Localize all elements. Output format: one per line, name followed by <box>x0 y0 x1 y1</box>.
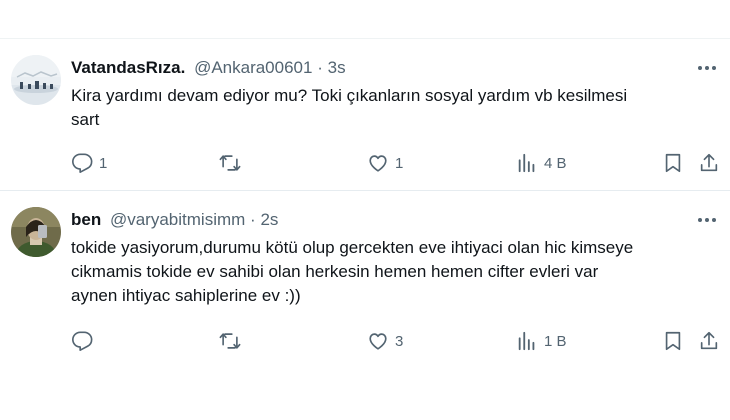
views-button[interactable]: 4 B <box>516 150 567 176</box>
action-bar: 3 1 B <box>71 328 720 354</box>
avatar[interactable] <box>11 55 61 105</box>
share-button[interactable] <box>698 328 720 354</box>
reply-icon <box>72 331 93 351</box>
reply-count: 1 <box>99 154 108 172</box>
repost-button[interactable] <box>219 328 247 354</box>
tweet-header: ben @varyabitmisimm · 2s <box>71 209 690 231</box>
top-divider <box>0 38 730 39</box>
views-button[interactable]: 1 B <box>516 328 567 354</box>
more-icon[interactable] <box>694 209 720 231</box>
share-icon <box>700 153 718 172</box>
views-icon <box>518 331 535 351</box>
action-bar: 1 1 4 B <box>71 150 720 176</box>
like-button[interactable]: 1 <box>367 150 403 176</box>
share-button[interactable] <box>698 150 720 176</box>
more-icon[interactable] <box>694 57 720 79</box>
user-handle[interactable]: @Ankara00601 <box>194 58 312 77</box>
tweet-divider <box>0 190 730 191</box>
like-icon <box>369 155 387 172</box>
bookmark-icon <box>665 153 681 173</box>
like-count: 3 <box>395 332 404 350</box>
like-button[interactable]: 3 <box>367 328 403 354</box>
views-count: 1 B <box>544 332 567 350</box>
bookmark-button[interactable] <box>662 328 684 354</box>
like-count: 1 <box>395 154 404 172</box>
bookmark-icon <box>665 331 681 351</box>
tweet-header: VatandasRıza. @Ankara00601 · 3s <box>71 57 690 79</box>
reply-icon <box>72 153 93 173</box>
reply-button[interactable]: 1 <box>71 150 107 176</box>
tweet-text: Kira yardımı devam ediyor mu? Toki çıkan… <box>71 86 628 129</box>
timestamp[interactable]: 2s <box>260 210 278 229</box>
share-icon <box>700 331 718 350</box>
user-handle[interactable]: @varyabitmisimm <box>110 210 245 229</box>
tweet-1[interactable]: VatandasRıza. @Ankara00601 · 3s Kira yar… <box>0 40 730 190</box>
views-count: 4 B <box>544 154 567 172</box>
repost-icon <box>219 333 241 349</box>
reply-button[interactable] <box>71 328 99 354</box>
display-name[interactable]: VatandasRıza. <box>71 58 185 77</box>
separator-dot: · <box>317 58 323 77</box>
tweet-2[interactable]: ben @varyabitmisimm · 2s tokide yasiyoru… <box>0 192 730 372</box>
repost-icon <box>219 155 241 171</box>
bookmark-button[interactable] <box>662 150 684 176</box>
avatar[interactable] <box>11 207 61 257</box>
repost-button[interactable] <box>219 150 247 176</box>
tweet-text: tokide yasiyorum,durumu kötü olup gercek… <box>71 238 634 305</box>
timestamp[interactable]: 3s <box>328 58 346 77</box>
display-name[interactable]: ben <box>71 210 101 229</box>
views-icon <box>518 153 535 173</box>
separator-dot: · <box>250 210 256 229</box>
like-icon <box>369 333 387 350</box>
